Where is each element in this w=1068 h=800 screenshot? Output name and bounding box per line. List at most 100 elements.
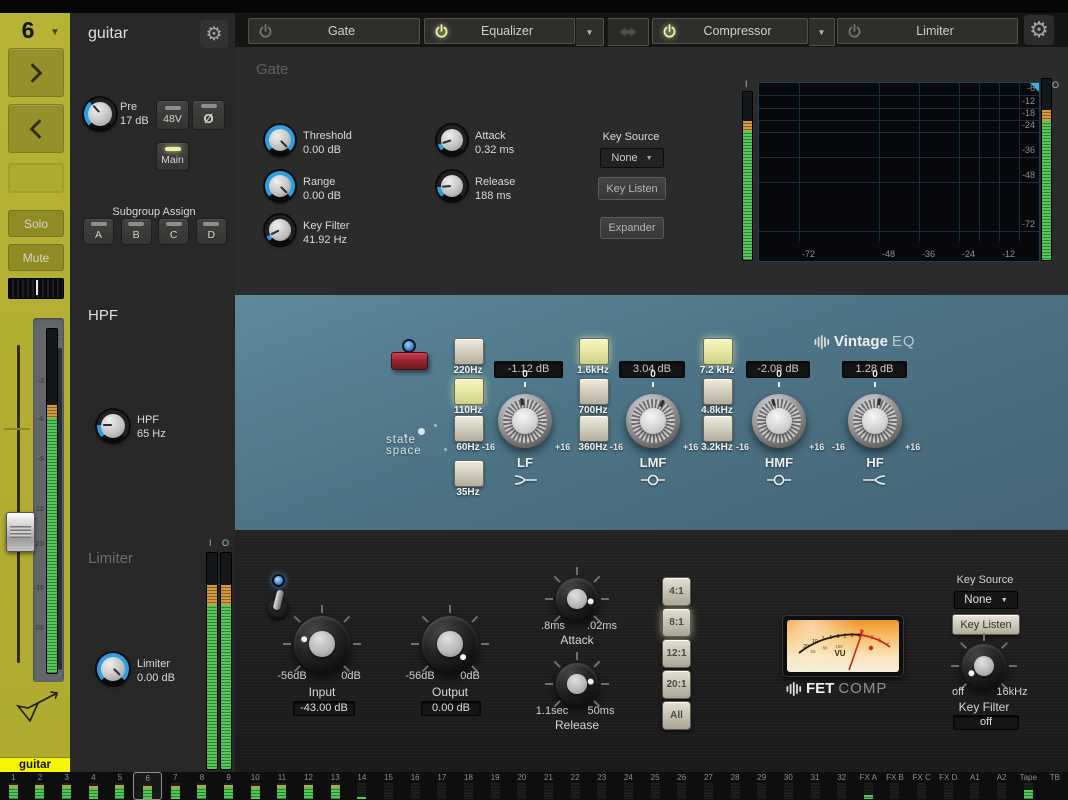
channel-select-tb[interactable]: TB: [1042, 772, 1068, 800]
channel-select-fx-a[interactable]: FX A: [855, 772, 882, 800]
ratio-button-8-1[interactable]: 8:1: [662, 608, 691, 637]
gate-keylisten-button[interactable]: Key Listen: [598, 177, 666, 200]
channel-select-fx-c[interactable]: FX C: [908, 772, 935, 800]
channel-select-18[interactable]: 18: [455, 772, 482, 800]
gate-keyfilter-knob[interactable]: [265, 215, 295, 245]
compressor-model-dropdown[interactable]: ▼: [808, 18, 835, 46]
channel-select-a1[interactable]: A1: [962, 772, 989, 800]
subgroup-b-button[interactable]: B: [121, 218, 152, 245]
channel-select-13[interactable]: 13: [322, 772, 349, 800]
channel-select-30[interactable]: 30: [775, 772, 802, 800]
tab-gate[interactable]: Gate: [248, 18, 420, 44]
channel-select-15[interactable]: 15: [375, 772, 402, 800]
comp-keysource-dropdown[interactable]: None▼: [954, 591, 1018, 609]
channel-select-11[interactable]: 11: [269, 772, 296, 800]
channel-select-29[interactable]: 29: [748, 772, 775, 800]
preamp-gain-knob[interactable]: [84, 98, 116, 130]
channel-select-27[interactable]: 27: [695, 772, 722, 800]
channel-select-21[interactable]: 21: [535, 772, 562, 800]
eq-lf-freq-button-110Hz[interactable]: [454, 378, 484, 405]
subgroup-a-button[interactable]: A: [83, 218, 114, 245]
eq-lf-freq-button-220Hz[interactable]: [454, 338, 484, 365]
channel-select-25[interactable]: 25: [642, 772, 669, 800]
power-icon[interactable]: [258, 24, 273, 39]
channel-dropdown-icon[interactable]: ▼: [50, 27, 60, 38]
main-assign-button[interactable]: Main: [156, 142, 189, 171]
power-icon[interactable]: [847, 24, 862, 39]
channel-select-16[interactable]: 16: [402, 772, 429, 800]
channel-number[interactable]: 6: [12, 17, 44, 44]
tab-limiter[interactable]: Limiter: [837, 18, 1018, 44]
equalizer-model-dropdown[interactable]: ▼: [575, 18, 604, 46]
channel-select-31[interactable]: 31: [802, 772, 829, 800]
channel-select-12[interactable]: 12: [295, 772, 322, 800]
channel-select-7[interactable]: 7: [162, 772, 189, 800]
eq-hmf-freq-button-3.2kHz[interactable]: [703, 415, 733, 442]
power-icon[interactable]: [434, 24, 449, 39]
comp-keyfilter-knob[interactable]: [962, 644, 1006, 688]
channel-settings-gear-icon[interactable]: ⚙: [200, 20, 228, 48]
gate-attack-knob[interactable]: [437, 125, 467, 155]
comp-input-knob[interactable]: [294, 616, 350, 672]
next-channel-button[interactable]: [8, 48, 64, 97]
channel-select-20[interactable]: 20: [508, 772, 535, 800]
channel-select-tape[interactable]: Tape: [1015, 772, 1042, 800]
channel-select-28[interactable]: 28: [722, 772, 749, 800]
eq-lf-freq-button-60Hz[interactable]: [454, 415, 484, 442]
gate-threshold-knob[interactable]: [265, 125, 295, 155]
fat-channel-gear-icon[interactable]: ⚙: [1024, 15, 1054, 45]
subgroup-c-button[interactable]: C: [158, 218, 189, 245]
channel-name-tag[interactable]: guitar: [0, 757, 70, 773]
subgroup-d-button[interactable]: D: [196, 218, 227, 245]
solo-button[interactable]: Solo: [8, 210, 64, 237]
fader-handle[interactable]: [6, 512, 35, 552]
channel-select-23[interactable]: 23: [588, 772, 615, 800]
eq-hmf-freq-button-4.8kHz[interactable]: [703, 378, 733, 405]
tab-compressor[interactable]: Compressor: [652, 18, 808, 44]
gate-expander-button[interactable]: Expander: [600, 217, 664, 239]
eq-lf-freq-button-35Hz[interactable]: [454, 460, 484, 487]
eq-lmf-freq-button-700Hz[interactable]: [579, 378, 609, 405]
channel-select-3[interactable]: 3: [53, 772, 80, 800]
gate-release-knob[interactable]: [437, 171, 467, 201]
ratio-button-4-1[interactable]: 4:1: [662, 577, 691, 606]
tab-equalizer[interactable]: Equalizer: [424, 18, 575, 44]
gate-range-knob[interactable]: [265, 171, 295, 201]
phase-invert-button[interactable]: Ø: [192, 100, 225, 130]
comp-keylisten-button[interactable]: Key Listen: [952, 614, 1020, 635]
comp-power-toggle[interactable]: [265, 590, 291, 618]
channel-select-fx-b[interactable]: FX B: [882, 772, 909, 800]
pan-control[interactable]: [8, 278, 64, 299]
channel-select-8[interactable]: 8: [189, 772, 216, 800]
gate-keysource-dropdown[interactable]: None▼: [600, 148, 664, 168]
swap-button[interactable]: [607, 18, 649, 46]
channel-select-32[interactable]: 32: [828, 772, 855, 800]
eq-hf-knob[interactable]: [848, 394, 902, 448]
channel-select-14[interactable]: 14: [349, 772, 376, 800]
channel-select-9[interactable]: 9: [215, 772, 242, 800]
channel-select-6[interactable]: 6: [133, 772, 162, 800]
ratio-button-20-1[interactable]: 20:1: [662, 670, 691, 699]
eq-lf-knob[interactable]: [498, 394, 552, 448]
comp-output-knob[interactable]: [422, 616, 478, 672]
power-icon[interactable]: [662, 24, 677, 39]
channel-select-24[interactable]: 24: [615, 772, 642, 800]
channel-select-1[interactable]: 1: [0, 772, 27, 800]
limiter-knob[interactable]: [97, 653, 129, 685]
eq-lmf-knob[interactable]: [626, 394, 680, 448]
eq-hmf-knob[interactable]: [752, 394, 806, 448]
ratio-button-12-1[interactable]: 12:1: [662, 639, 691, 668]
hpf-knob[interactable]: [97, 410, 129, 442]
eq-lmf-freq-button-1.6kHz[interactable]: [579, 338, 609, 365]
channel-select-fx-d[interactable]: FX D: [935, 772, 962, 800]
channel-select-a2[interactable]: A2: [988, 772, 1015, 800]
channel-select-26[interactable]: 26: [668, 772, 695, 800]
phantom-48v-button[interactable]: 48V: [156, 100, 189, 130]
ratio-button-all[interactable]: All: [662, 701, 691, 730]
eq-power-rocker-switch[interactable]: [391, 352, 428, 370]
scene-box[interactable]: [8, 163, 64, 193]
channel-select-17[interactable]: 17: [429, 772, 456, 800]
comp-release-knob[interactable]: [556, 663, 598, 705]
channel-select-22[interactable]: 22: [562, 772, 589, 800]
channel-select-19[interactable]: 19: [482, 772, 509, 800]
